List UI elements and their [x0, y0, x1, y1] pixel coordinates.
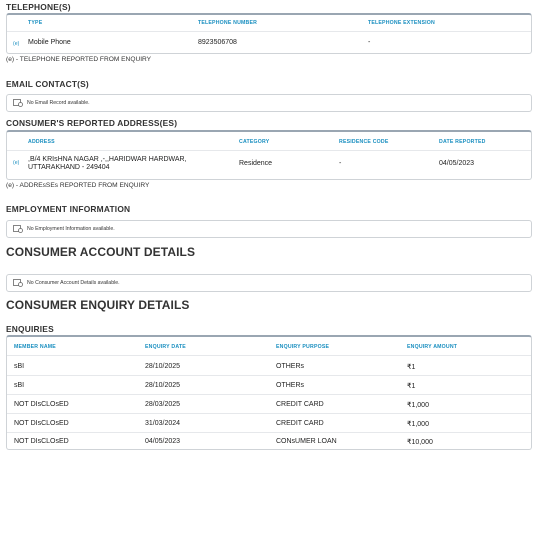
accounts-empty-box: No Consumer Account Details available. [6, 274, 532, 292]
enquiry-amount: ₹10,000 [407, 439, 433, 446]
row-divider [7, 413, 531, 414]
accounts-empty-text: No Consumer Account Details available. [27, 280, 120, 286]
employment-empty-text: No Employment Information available. [27, 226, 115, 232]
addresses-note: (e) - ADDREsSEs REPORTED FROM ENQUIRY [6, 182, 150, 189]
date-reported: 04/05/2023 [439, 160, 475, 167]
telephone-number: 8923506708 [198, 39, 237, 46]
header-divider [7, 355, 531, 356]
address-category: Residence [239, 160, 273, 167]
enquiry-amount: ₹1 [407, 364, 416, 371]
enquiries-table: MEMBER NAME ENQUIRY DATE ENQUIRY PURPOSE… [6, 335, 532, 450]
enquiry-purpose: OTHERs [276, 382, 304, 389]
member-name: sBI [14, 382, 25, 389]
enquiry-amount: ₹1,000 [407, 421, 429, 428]
enquiry-date: 31/03/2024 [145, 420, 181, 427]
enquiry-tag: (e) [13, 160, 20, 166]
enquiry-date: 04/05/2023 [145, 438, 181, 445]
telephones-note: (e) - TELEPHONE REPORTED FROM ENQUIRY [6, 56, 152, 63]
address-text: ,B/4 KRIsHNA NAGAR ,-,,HARIDWAR HARDWAR,… [28, 156, 187, 172]
header-divider [7, 150, 531, 151]
enquiry-tag: (e) [13, 41, 20, 47]
col-enquiry-amount: ENQUIRY AMOUNT [407, 344, 458, 350]
telephone-extension: - [368, 39, 371, 46]
accounts-title: CONSUMER ACCOUNT DETAILS [6, 245, 196, 259]
row-divider [7, 394, 531, 395]
col-address: ADDRESS [28, 139, 55, 145]
enquiry-date: 28/10/2025 [145, 363, 181, 370]
employment-title: EMPLOYMENT INFORMATION [6, 204, 131, 214]
addresses-table: ADDRESS CATEGORY RESIDENCE CODE DATE REP… [6, 130, 532, 180]
enquiries-subtitle: ENQUIRIES [6, 324, 54, 334]
enquiry-date: 28/10/2025 [145, 382, 181, 389]
member-name: NOT DIsCLOsED [14, 438, 69, 445]
document-icon [13, 99, 23, 107]
email-title: EMAIL CONTACT(S) [6, 79, 89, 89]
enquiry-purpose: OTHERs [276, 363, 304, 370]
member-name: NOT DIsCLOsED [14, 401, 69, 408]
enquiry-details-title: CONSUMER ENQUIRY DETAILS [6, 298, 190, 312]
col-type: TYPE [28, 20, 43, 26]
enquiry-purpose: CREDIT CARD [276, 401, 324, 408]
employment-empty-box: No Employment Information available. [6, 220, 532, 238]
col-telephone-extension: TELEPHONE EXTENSION [368, 20, 435, 26]
col-telephone-number: TELEPHONE NUMBER [198, 20, 258, 26]
enquiry-purpose: CREDIT CARD [276, 420, 324, 427]
telephone-type: Mobile Phone [28, 39, 71, 46]
enquiry-purpose: CONsUMER LOAN [276, 438, 337, 445]
telephones-table: TYPE TELEPHONE NUMBER TELEPHONE EXTENSIO… [6, 13, 532, 54]
document-icon [13, 279, 23, 287]
col-enquiry-purpose: ENQUIRY PURPOSE [276, 344, 330, 350]
address-line-1: ,B/4 KRIsHNA NAGAR ,-,,HARIDWAR HARDWAR, [28, 156, 187, 163]
enquiry-amount: ₹1 [407, 383, 416, 390]
col-date-reported: DATE REPORTED [439, 139, 486, 145]
col-enquiry-date: ENQUIRY DATE [145, 344, 186, 350]
member-name: NOT DIsCLOsED [14, 420, 69, 427]
member-name: sBI [14, 363, 25, 370]
telephones-title: TELEPHONE(S) [6, 2, 71, 12]
row-divider [7, 375, 531, 376]
col-member-name: MEMBER NAME [14, 344, 56, 350]
residence-code: - [339, 160, 342, 167]
email-empty-box: No Email Record available. [6, 94, 532, 112]
enquiry-date: 28/03/2025 [145, 401, 181, 408]
row-divider [7, 432, 531, 433]
enquiry-amount: ₹1,000 [407, 402, 429, 409]
header-divider [7, 31, 531, 32]
col-residence-code: RESIDENCE CODE [339, 139, 389, 145]
addresses-title: CONSUMER'S REPORTED ADDRESS(ES) [6, 118, 178, 128]
document-icon [13, 225, 23, 233]
address-line-2: UTTARAKHAND - 249404 [28, 164, 110, 171]
email-empty-text: No Email Record available. [27, 100, 90, 106]
col-category: CATEGORY [239, 139, 270, 145]
